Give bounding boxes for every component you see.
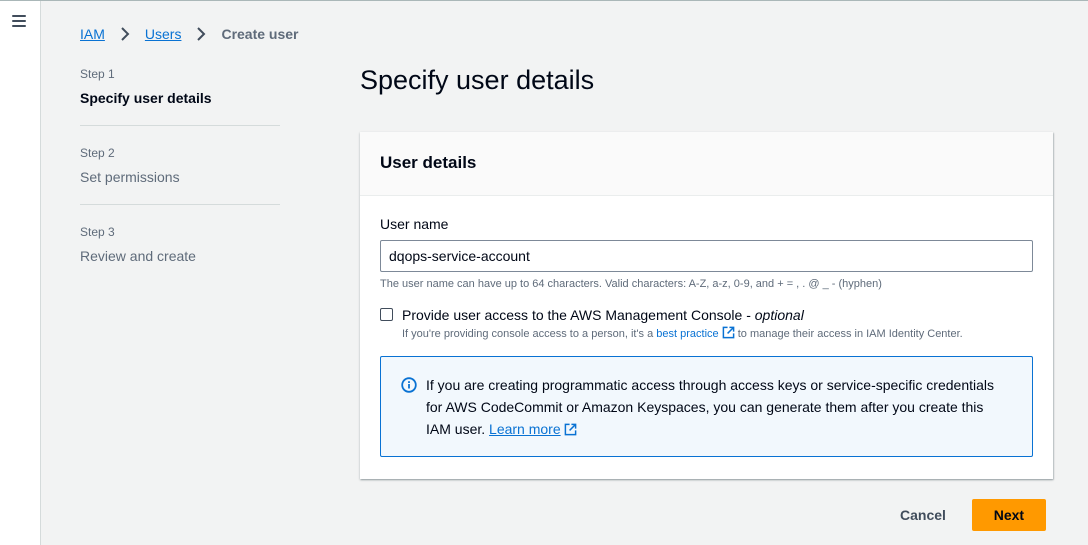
chevron-right-icon (121, 27, 130, 41)
container-header: User details (360, 132, 1053, 196)
step-number: Step 2 (80, 146, 115, 160)
step-title: Review and create (80, 248, 196, 264)
cancel-button[interactable]: Cancel (880, 499, 966, 531)
optional-tag: optional (754, 307, 804, 323)
console-access-label[interactable]: Provide user access to the AWS Managemen… (402, 306, 963, 324)
breadcrumb: IAM Users Create user (80, 24, 299, 44)
step-divider (80, 204, 280, 205)
username-input[interactable] (380, 240, 1033, 272)
alert-message: If you are creating programmatic access … (426, 374, 1012, 456)
desc-suffix: to manage their access in IAM Identity C… (734, 328, 963, 340)
step-title: Set permissions (80, 169, 180, 185)
breadcrumb-users[interactable]: Users (145, 26, 182, 42)
breadcrumb-current: Create user (221, 26, 299, 42)
chevron-right-icon (197, 27, 206, 41)
user-details-container: User details User name The user name can… (360, 132, 1053, 479)
console-access-row: Provide user access to the AWS Managemen… (380, 306, 1033, 342)
breadcrumb-iam[interactable]: IAM (80, 26, 105, 42)
console-access-label-text: Provide user access to the AWS Managemen… (402, 307, 755, 323)
container-body: User name The user name can have up to 6… (360, 196, 1053, 475)
info-circle-icon (401, 377, 417, 393)
hamburger-menu-icon[interactable] (12, 15, 26, 27)
step-divider (80, 125, 280, 126)
external-link-icon[interactable] (722, 326, 735, 339)
username-constraint: The user name can have up to 64 characte… (380, 278, 882, 290)
step-1[interactable]: Step 1 Specify user details (80, 65, 280, 107)
next-button[interactable]: Next (971, 499, 1046, 531)
step-title: Specify user details (80, 90, 212, 106)
container-title: User details (380, 153, 477, 172)
username-label: User name (380, 216, 449, 232)
desc-prefix: If you're providing console access to a … (402, 328, 657, 340)
wizard-actions: Cancel Next (880, 499, 1046, 531)
step-2: Step 2 Set permissions (80, 144, 280, 186)
console-access-description: If you're providing console access to a … (402, 326, 963, 342)
console-access-checkbox[interactable] (380, 308, 393, 321)
step-number: Step 1 (80, 67, 115, 81)
external-link-icon[interactable] (564, 423, 577, 436)
page-title: Specify user details (360, 65, 595, 95)
side-navigation-rail (0, 1, 41, 545)
info-alert: If you are creating programmatic access … (380, 356, 1033, 457)
best-practice-link[interactable]: best practice (656, 328, 718, 340)
wizard-steps: Step 1 Specify user details Step 2 Set p… (80, 65, 280, 265)
step-3: Step 3 Review and create (80, 223, 280, 265)
step-number: Step 3 (80, 225, 115, 239)
learn-more-link[interactable]: Learn more (489, 421, 561, 437)
